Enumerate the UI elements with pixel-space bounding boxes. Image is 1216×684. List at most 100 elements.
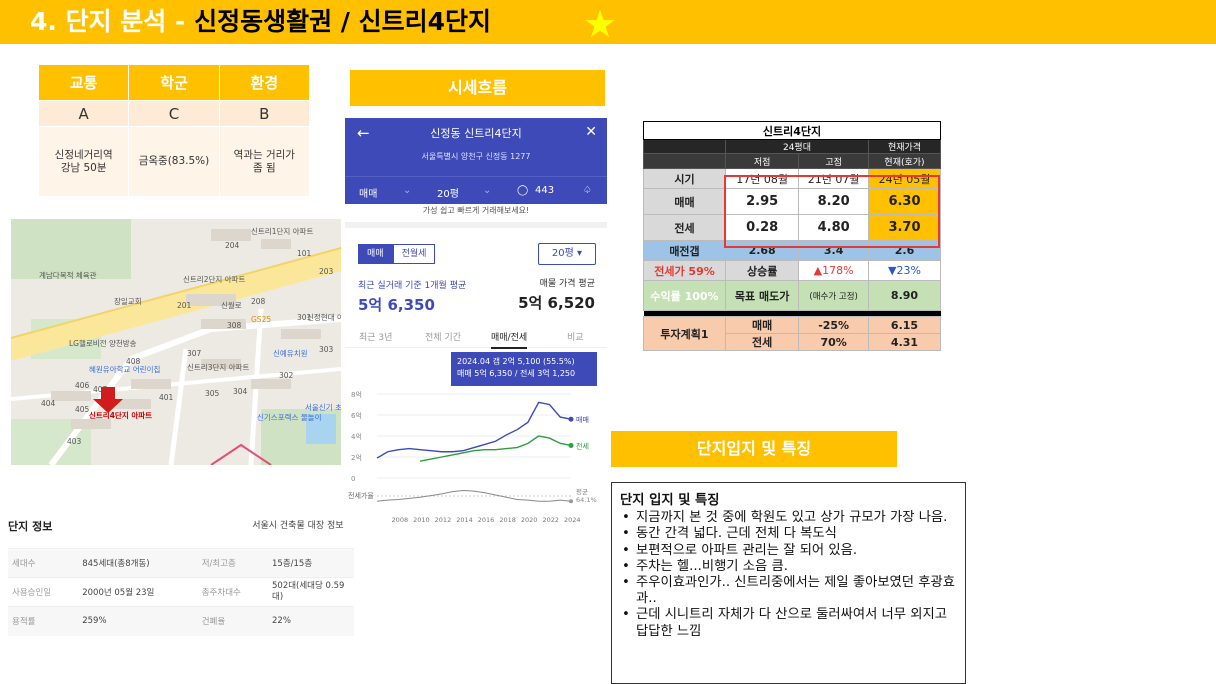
- size-filter[interactable]: 20평: [437, 185, 459, 200]
- tab-3years[interactable]: 최근 3년: [359, 330, 392, 343]
- slide-title: 4. 단지 분석 - 신정동생활권 / 신트리4단지: [30, 4, 491, 40]
- map-label-complex4: 신트리4단지 아파트: [89, 411, 153, 420]
- table-row: 세대수 845세대(총8개동) 저/최고층 15층/15층: [8, 548, 354, 578]
- grade-table: 교통 학군 환경 A C B 신정네거리역 강남 50분 금옥중(83.5%) …: [37, 64, 311, 197]
- list-item: 주차는 헬...비행기 소음 큼.: [620, 559, 957, 575]
- slide-title-main: 신정동생활권 / 신트리4단지: [194, 7, 492, 36]
- table-cell: 17년 08월: [724, 168, 800, 189]
- size-header: 24평대: [725, 139, 869, 154]
- map-label-complex1: 신트리1단지 아파트: [251, 227, 314, 236]
- close-icon[interactable]: ✕: [585, 124, 597, 140]
- slide-title-prefix: 4. 단지 분석 -: [30, 7, 195, 36]
- features-textbox: 단지 입지 및 특징 지금까지 본 것 중에 학원도 있고 상가 규모가 가장 …: [611, 482, 966, 684]
- chevron-down-icon: ⌄: [403, 185, 412, 196]
- size-select[interactable]: 20평 ▾: [538, 243, 596, 265]
- x-tick-label: 2024: [564, 516, 581, 524]
- map-label-hyundai: 신정현대 아파트: [307, 313, 341, 322]
- table-cell: ▼23%: [868, 260, 941, 281]
- row-label: 상승률: [724, 260, 800, 281]
- table-cell: [643, 153, 726, 169]
- star-icon: ★: [583, 2, 618, 46]
- x-tick-label: 2018: [499, 516, 516, 524]
- table-row: 용적률 259% 건폐율 22%: [8, 606, 354, 636]
- table-row: 사용승인일 2000년 05월 23일 총주차대수 502대(세대당 0.59대…: [8, 577, 354, 607]
- table-cell: 6.30: [868, 188, 941, 215]
- table-cell: -25%: [798, 316, 869, 334]
- table-cell: 2.6: [868, 240, 941, 261]
- map-number: 201: [177, 301, 192, 310]
- map-number: 307: [187, 349, 202, 358]
- tooltip-line: 매매 5억 6,350 / 전세 3억 1,250: [457, 369, 576, 378]
- table-cell: 70%: [798, 333, 869, 351]
- divider: [345, 222, 607, 228]
- y-tick-label: 4억: [351, 433, 362, 441]
- segment-rent[interactable]: 전월세: [392, 244, 436, 264]
- tab-all[interactable]: 전체 기간: [425, 330, 461, 343]
- row-label: 수익률 100%: [643, 280, 726, 311]
- map-number: 101: [297, 249, 312, 258]
- info-key: 총주차대수: [197, 577, 268, 607]
- map-label-daycare: 혜원유아학교 어린이집: [89, 365, 161, 374]
- grade-detail: 신정네거리역 강남 50분: [37, 126, 130, 197]
- series-end-point: [568, 442, 574, 448]
- table-cell: 2.95: [724, 188, 800, 215]
- table-cell: 2.68: [724, 240, 800, 261]
- table-cell: 전세: [724, 333, 800, 351]
- ratio-label: 전세가율: [348, 491, 374, 500]
- info-value: 15층/15층: [268, 548, 354, 578]
- price-app-screen: ← 신정동 신트리4단지 ✕ 서울특별시 양천구 신정동 1277 매매 ⌄ 2…: [345, 118, 607, 528]
- map-number: 302: [279, 371, 294, 380]
- tab-compare[interactable]: 비교: [567, 330, 584, 343]
- sise-section-label: 시세흐름: [350, 70, 605, 106]
- table-cell: ▲178%: [798, 260, 869, 281]
- list-item: 주우이효과인가.. 신트리중에서는 제일 좋아보였던 후광효과..: [620, 575, 957, 607]
- chart-tooltip: 2024.04 갭 2억 5,100 (55.5%) 매매 5억 6,350 /…: [451, 352, 597, 386]
- info-key: 건폐율: [197, 606, 268, 636]
- map-number: 305: [205, 389, 220, 398]
- features-title: 단지 입지 및 특징: [620, 493, 720, 508]
- period-tabs: 최근 3년 전체 기간 매매/전세 비교: [345, 326, 607, 349]
- row-label: 전세: [643, 214, 726, 241]
- deal-segment: 매매 전월세: [358, 244, 436, 264]
- grade-detail: 역과는 거리가 좀 됨: [218, 126, 311, 197]
- app-address: 서울특별시 양천구 신정동 1277: [421, 152, 531, 161]
- high-header: 고점: [798, 153, 869, 169]
- row-label: 시기: [643, 168, 726, 189]
- table-cell: 6.15: [868, 316, 941, 334]
- info-key: 세대수: [8, 548, 79, 578]
- map-label-gym: 계남다목적 체육관: [39, 271, 97, 280]
- chat-icon[interactable]: ◯: [517, 185, 528, 196]
- building-registry-link[interactable]: 서울시 건축물 대장 정보 >: [252, 518, 354, 531]
- asking-price-value: 5억 6,520: [518, 294, 595, 312]
- grade-header: 환경: [218, 64, 311, 101]
- map-number: 303: [319, 345, 334, 354]
- table-cell: 21년 07월: [798, 168, 869, 189]
- map-label-road: 신월로: [221, 301, 242, 310]
- info-value: 259%: [78, 606, 198, 636]
- map-label-complex2: 신트리2단지 아파트: [183, 275, 246, 284]
- size-select-value: 20평: [551, 248, 574, 259]
- x-tick-label: 2010: [413, 516, 430, 524]
- x-tick-label: 2022: [542, 516, 559, 524]
- map-number: 408: [126, 357, 141, 366]
- table-cell: 4.80: [798, 214, 869, 241]
- row-label: 전세가 59%: [643, 260, 726, 281]
- info-value: 2000년 05월 23일: [78, 577, 198, 607]
- segment-sale[interactable]: 매매: [358, 244, 393, 264]
- current-header: 현재가격: [868, 139, 941, 154]
- series-label: 매매: [576, 416, 589, 424]
- now-header: 현재(호가): [868, 153, 941, 169]
- location-map[interactable]: 신트리1단지 아파트 계남다목적 체육관 신트리2단지 아파트 장일교회 GS2…: [11, 219, 341, 465]
- table-cell: [643, 139, 726, 154]
- x-tick-label: 2008: [392, 516, 409, 524]
- table-cell: 24년 05월: [868, 168, 941, 189]
- map-label-sports: 신기스포렉스 물놀이: [257, 413, 322, 422]
- asking-price-label: 매물 가격 평균: [539, 279, 595, 289]
- info-key: 저/최고층: [197, 548, 268, 578]
- bell-icon[interactable]: ♤: [583, 185, 592, 196]
- tab-sale-rent[interactable]: 매매/전세: [491, 330, 528, 349]
- series-line-매매: [376, 401, 572, 459]
- map-label-school: 서울신기 초등학교: [305, 403, 341, 412]
- deal-type-filter[interactable]: 매매: [359, 185, 377, 200]
- price-history-chart[interactable]: 8억 6억 4억 2억 0 매매전세전세가율 평균64.1% 2008 2010 2012 2014…: [345, 386, 607, 528]
